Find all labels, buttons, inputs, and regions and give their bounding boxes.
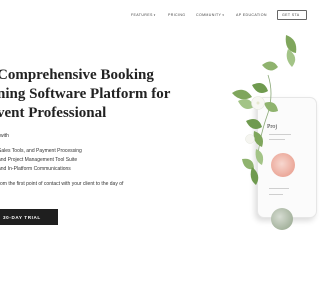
nav-community[interactable]: COMMUNITY▾ [196,12,224,18]
hero-description: om the first point of contact with your … [0,181,124,187]
start-trial-button[interactable]: 30-DAY TRIAL [0,209,58,225]
hero-headline: Comprehensive Booking ning Software Plat… [0,66,177,124]
hero-headline-line: vent Professional [0,105,107,122]
top-navigation: FEATURES▾ PRICING COMMUNITY▾ AP EDUCATIO… [0,10,307,22]
nav-community-label: COMMUNITY [196,13,222,17]
nav-pricing-label: PRICING [168,13,186,17]
hero-visual: Proj [228,35,317,230]
chevron-down-icon: ▾ [222,13,225,17]
feature-item: Sales Tools, and Payment Processing [0,148,82,154]
get-started-button[interactable]: GET STA [277,10,307,20]
hero-lead-text: with [0,133,9,139]
feature-item: and Project Management Tool Suite [0,156,78,163]
nav-features-label: FEATURES [131,13,153,17]
nav-features[interactable]: FEATURES▾ [131,12,156,18]
chevron-down-icon: ▾ [153,13,156,17]
nav-ap-education-label: AP EDUCATION [236,13,267,17]
nav-ap-education[interactable]: AP EDUCATION [236,12,267,18]
foliage-decoration [232,35,297,185]
feature-list: Sales Tools, and Payment Processing and … [0,147,82,173]
hero-headline-line: ning Software Platform for [0,86,171,103]
feature-item: and In-Platform Communications [0,165,71,172]
hero-headline-line: Comprehensive Booking [0,67,154,83]
nav-pricing[interactable]: PRICING [168,12,185,18]
